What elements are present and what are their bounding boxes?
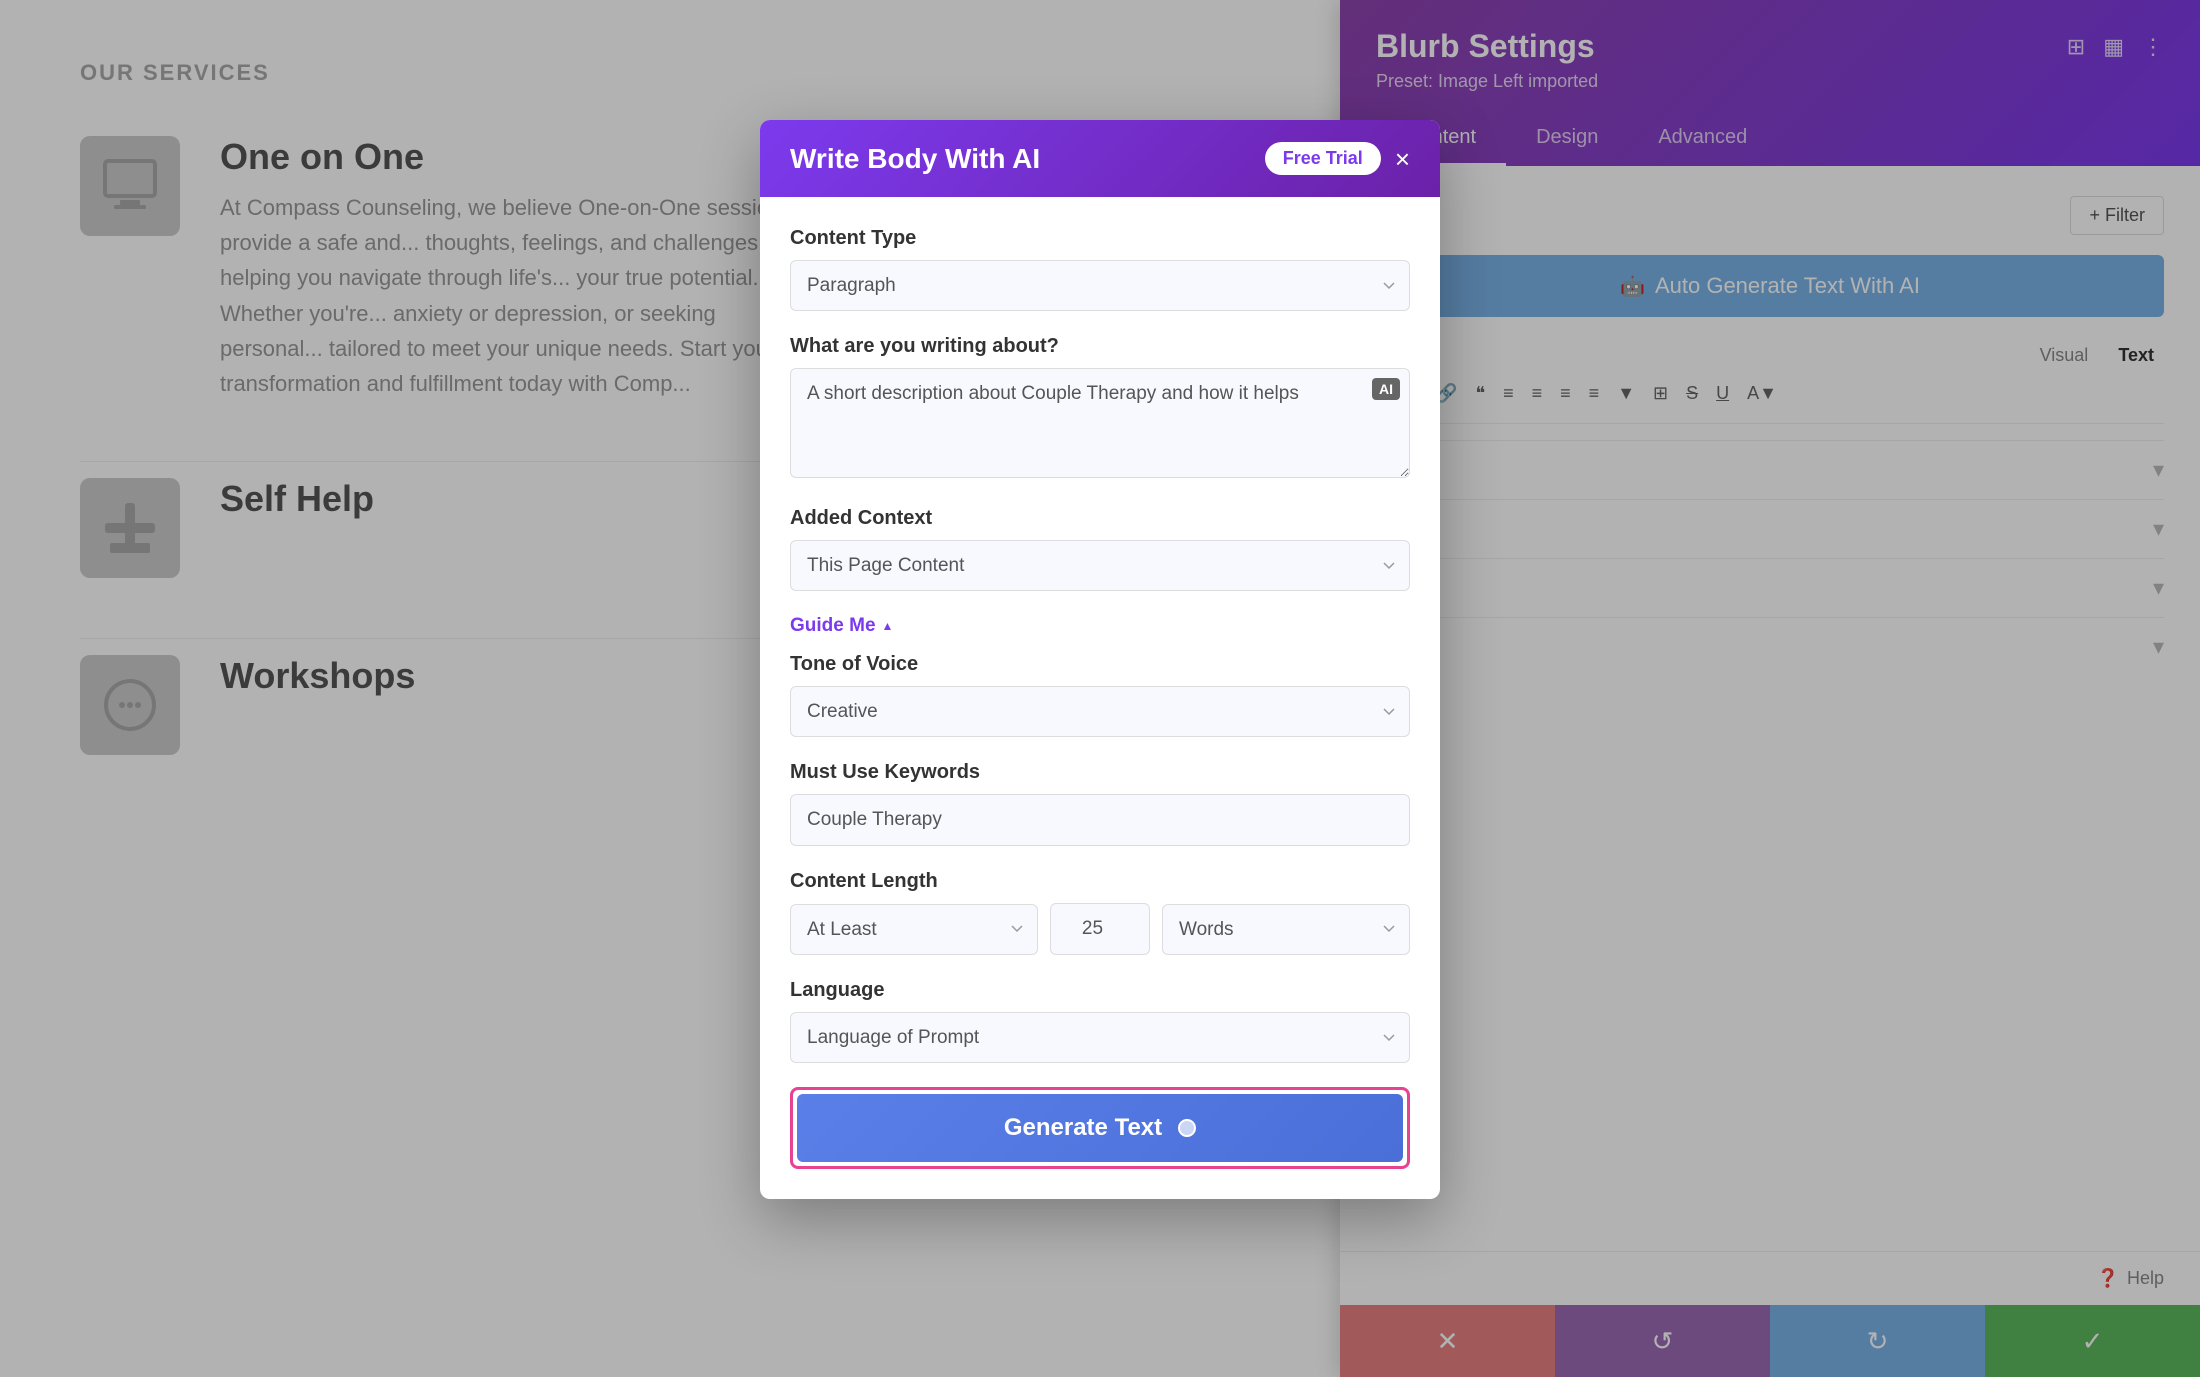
ai-modal: Write Body With AI Free Trial × Content … [760, 120, 1440, 1199]
content-length-unit-select[interactable]: Words Sentences Paragraphs [1162, 904, 1410, 955]
free-trial-badge: Free Trial [1265, 142, 1381, 175]
tone-of-voice-label: Tone of Voice [790, 653, 1410, 676]
keywords-label: Must Use Keywords [790, 761, 1410, 784]
language-label: Language [790, 979, 1410, 1002]
generate-button-label: Generate Text [1004, 1114, 1162, 1142]
language-select[interactable]: Language of Prompt English Spanish Frenc… [790, 1012, 1410, 1063]
tone-of-voice-select[interactable]: Creative Professional Casual Formal [790, 686, 1410, 737]
ai-modal-overlay: Write Body With AI Free Trial × Content … [0, 0, 2200, 1377]
added-context-label: Added Context [790, 507, 1410, 530]
writing-about-wrapper: A short description about Couple Therapy… [790, 368, 1410, 483]
added-context-select[interactable]: This Page Content None Custom [790, 540, 1410, 591]
writing-about-textarea[interactable]: A short description about Couple Therapy… [790, 368, 1410, 478]
content-length-number-input[interactable] [1050, 903, 1150, 955]
ai-modal-title: Write Body With AI [790, 143, 1040, 175]
language-group: Language Language of Prompt English Span… [790, 979, 1410, 1063]
ai-modal-header-right: Free Trial × [1265, 142, 1410, 175]
content-length-group: Content Length At Least Exactly At Most … [790, 870, 1410, 955]
generate-button[interactable]: Generate Text [797, 1094, 1403, 1162]
tone-of-voice-group: Tone of Voice Creative Professional Casu… [790, 653, 1410, 737]
writing-about-group: What are you writing about? A short desc… [790, 335, 1410, 483]
ai-indicator-badge: AI [1372, 378, 1400, 400]
content-type-select[interactable]: Paragraph Bullet Points Numbered List [790, 260, 1410, 311]
close-button[interactable]: × [1395, 146, 1410, 172]
cursor-indicator [1178, 1119, 1196, 1137]
generate-button-wrapper: Generate Text [790, 1087, 1410, 1169]
content-type-label: Content Type [790, 227, 1410, 250]
content-type-group: Content Type Paragraph Bullet Points Num… [790, 227, 1410, 311]
added-context-group: Added Context This Page Content None Cus… [790, 507, 1410, 591]
guide-me-link[interactable]: Guide Me [790, 615, 893, 637]
content-length-qualifier-select[interactable]: At Least Exactly At Most [790, 904, 1038, 955]
keywords-input[interactable] [790, 794, 1410, 846]
ai-modal-body: Content Type Paragraph Bullet Points Num… [760, 197, 1440, 1199]
ai-modal-header: Write Body With AI Free Trial × [760, 120, 1440, 197]
keywords-group: Must Use Keywords [790, 761, 1410, 846]
content-length-row: At Least Exactly At Most Words Sentences… [790, 903, 1410, 955]
writing-about-label: What are you writing about? [790, 335, 1410, 358]
content-length-label: Content Length [790, 870, 1410, 893]
